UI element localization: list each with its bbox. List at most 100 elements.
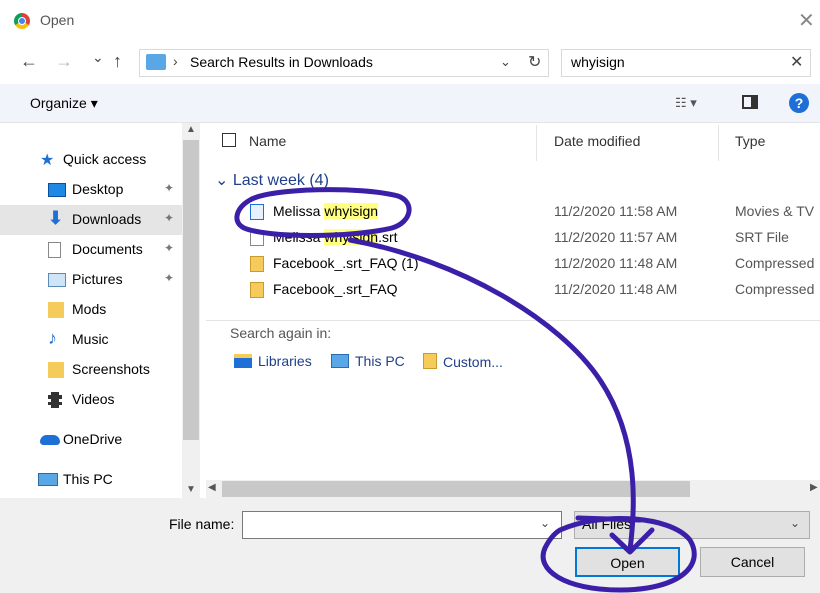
file-name-dropdown-icon[interactable]: ⌄ (540, 516, 550, 530)
pin-icon[interactable]: ✦ (164, 241, 174, 255)
refresh-icon[interactable]: ↻ (528, 52, 541, 72)
chrome-icon (14, 13, 30, 29)
group-header[interactable]: ⌄ Last week (4) (215, 170, 329, 190)
filter-dropdown-icon[interactable]: ⌄ (790, 516, 800, 530)
window-title: Open (40, 12, 75, 28)
column-header: Name Date modified Type (206, 123, 820, 163)
name-column-header[interactable]: Name (249, 133, 286, 149)
collapse-chevron-icon[interactable]: ⌄ (215, 172, 233, 189)
sidebar-item-label: OneDrive (63, 431, 123, 447)
sidebar-item-this-pc[interactable]: This PC (0, 465, 182, 495)
file-row[interactable]: Melissa whyisign 11/2/2020 11:58 AM Movi… (206, 199, 820, 225)
scroll-up-icon[interactable]: ▲ (186, 124, 196, 135)
download-icon: ⬇ (48, 208, 64, 228)
sidebar-item-label: Music (72, 331, 109, 347)
zip-file-icon (250, 282, 264, 298)
scroll-left-icon[interactable]: ◀ (208, 482, 216, 493)
scroll-right-icon[interactable]: ▶ (810, 482, 818, 493)
file-date: 11/2/2020 11:48 AM (554, 255, 678, 271)
forward-icon[interactable]: → (55, 51, 73, 72)
zip-file-icon (250, 256, 264, 272)
pin-icon[interactable]: ✦ (164, 211, 174, 225)
search-libraries-link[interactable]: Libraries (234, 353, 312, 369)
pictures-icon (48, 273, 66, 287)
sidebar-item-onedrive[interactable]: OneDrive (0, 425, 182, 455)
up-icon[interactable]: ↑ (113, 51, 122, 72)
column-divider (536, 125, 537, 161)
breadcrumb[interactable]: Search Results in Downloads (190, 54, 373, 70)
libraries-icon (234, 354, 252, 368)
pin-icon[interactable]: ✦ (164, 271, 174, 285)
custom-folder-icon (423, 353, 437, 369)
scroll-down-icon[interactable]: ▼ (186, 484, 196, 495)
file-name: Facebook_.srt_FAQ (273, 281, 398, 297)
sidebar-item-downloads[interactable]: ⬇ Downloads ✦ (0, 205, 182, 235)
file-type-filter-value[interactable]: All Files (582, 516, 631, 532)
video-file-icon (250, 204, 264, 220)
sidebar-item-screenshots[interactable]: Screenshots (0, 355, 182, 385)
folder-icon (146, 54, 166, 70)
sidebar-item-pictures[interactable]: Pictures ✦ (0, 265, 182, 295)
file-name: Melissa whyisign.srt (273, 229, 398, 245)
view-options-icon[interactable]: ☷ ▾ (675, 95, 697, 111)
search-again-panel (206, 320, 820, 491)
sidebar-item-quick-access[interactable]: ★ Quick access (0, 145, 182, 175)
file-name-label: File name: (169, 516, 235, 532)
documents-icon (48, 242, 61, 258)
group-label: Last week (4) (232, 172, 329, 189)
sidebar-item-documents[interactable]: Documents ✦ (0, 235, 182, 265)
onedrive-icon (40, 435, 60, 445)
search-again-label: Search again in: (230, 325, 332, 341)
horizontal-scroll-thumb[interactable] (222, 481, 690, 497)
desktop-icon (48, 183, 66, 197)
search-this-pc-link[interactable]: This PC (331, 353, 405, 369)
file-date: 11/2/2020 11:48 AM (554, 281, 678, 297)
sidebar-item-label: Desktop (72, 181, 124, 197)
sidebar-item-label: Quick access (63, 151, 147, 167)
sidebar-scroll-thumb[interactable] (183, 140, 199, 440)
recent-locations-icon[interactable]: ⌄ (92, 49, 104, 66)
file-row[interactable]: Facebook_.srt_FAQ 11/2/2020 11:48 AM Com… (206, 277, 820, 303)
file-date: 11/2/2020 11:57 AM (554, 229, 678, 245)
close-icon[interactable]: ✕ (798, 8, 815, 33)
type-column-header[interactable]: Type (735, 133, 765, 149)
preview-pane-icon[interactable] (742, 95, 758, 109)
date-column-header[interactable]: Date modified (554, 133, 640, 149)
toolbar (0, 84, 820, 123)
file-type: SRT File (735, 229, 789, 245)
sidebar-item-music[interactable]: ♪ Music (0, 325, 182, 355)
sidebar-item-label: This PC (63, 471, 113, 487)
folder-icon (48, 362, 64, 378)
pc-icon (38, 473, 58, 486)
help-icon[interactable]: ? (789, 93, 809, 113)
file-type: Compressed (735, 281, 815, 297)
clear-search-icon[interactable]: ✕ (790, 52, 803, 72)
videos-icon (48, 392, 62, 408)
search-value[interactable]: whyisign (571, 54, 625, 70)
address-dropdown-icon[interactable]: ⌄ (500, 54, 511, 70)
file-date: 11/2/2020 11:58 AM (554, 203, 678, 219)
text-file-icon (250, 230, 264, 246)
file-row[interactable]: Facebook_.srt_FAQ (1) 11/2/2020 11:48 AM… (206, 251, 820, 277)
pin-icon[interactable]: ✦ (164, 181, 174, 195)
sidebar-item-label: Screenshots (72, 361, 150, 377)
back-icon[interactable]: ← (20, 51, 38, 72)
file-name-input[interactable] (242, 511, 562, 539)
pc-icon (331, 354, 349, 368)
sidebar-item-label: Videos (72, 391, 115, 407)
sidebar-item-mods[interactable]: Mods (0, 295, 182, 325)
file-name: Facebook_.srt_FAQ (1) (273, 255, 419, 271)
file-row[interactable]: Melissa whyisign.srt 11/2/2020 11:57 AM … (206, 225, 820, 251)
sidebar-item-label: Pictures (72, 271, 123, 287)
sidebar-item-videos[interactable]: Videos (0, 385, 182, 415)
search-custom-link[interactable]: Custom... (423, 353, 503, 370)
select-all-checkbox[interactable] (222, 133, 236, 147)
file-type: Compressed (735, 255, 815, 271)
organize-button[interactable]: Organize ▾ (30, 95, 98, 112)
breadcrumb-chevron-icon[interactable]: › (173, 53, 178, 69)
title-bar (0, 0, 820, 44)
open-button[interactable]: Open (575, 547, 680, 577)
cancel-button[interactable]: Cancel (700, 547, 805, 577)
sidebar-item-desktop[interactable]: Desktop ✦ (0, 175, 182, 205)
navigation-pane: ★ Quick access Desktop ✦ ⬇ Downloads ✦ D… (0, 123, 200, 498)
